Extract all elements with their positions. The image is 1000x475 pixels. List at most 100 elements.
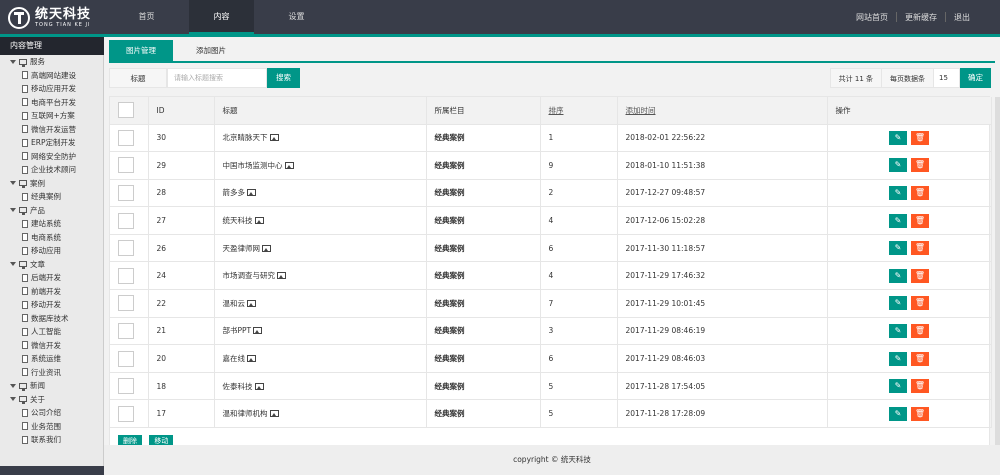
delete-button[interactable]: 🗑 bbox=[911, 351, 929, 366]
tree-item[interactable]: 电商系统 bbox=[0, 231, 103, 245]
tree-item[interactable]: 建站系统 bbox=[0, 217, 103, 231]
tab-image-manage[interactable]: 图片管理 bbox=[109, 40, 173, 61]
image-icon[interactable] bbox=[262, 244, 271, 252]
search-button[interactable]: 搜索 bbox=[267, 68, 300, 88]
edit-button[interactable]: ✎ bbox=[889, 158, 907, 173]
tree-item[interactable]: 移动开发 bbox=[0, 298, 103, 312]
tree-item[interactable]: 联系我们 bbox=[0, 433, 103, 447]
edit-button[interactable]: ✎ bbox=[889, 406, 907, 421]
expand-arrow-icon[interactable] bbox=[10, 262, 16, 267]
delete-button[interactable]: 🗑 bbox=[911, 185, 929, 200]
row-checkbox[interactable] bbox=[118, 322, 134, 339]
per-page-input[interactable] bbox=[934, 68, 960, 88]
tree-item[interactable]: 后端开发 bbox=[0, 271, 103, 285]
expand-arrow-icon[interactable] bbox=[10, 397, 16, 402]
image-icon[interactable] bbox=[254, 217, 264, 225]
row-checkbox[interactable] bbox=[118, 129, 134, 146]
tree-group[interactable]: 文章 bbox=[0, 258, 103, 272]
table-row: 26 天盈律师网 经典案例 6 2017-11-30 11:18:57 ✎ 🗑 bbox=[110, 234, 992, 263]
tree-item[interactable]: 公司介绍 bbox=[0, 406, 103, 420]
expand-arrow-icon[interactable] bbox=[10, 59, 16, 64]
tree-item[interactable]: ERP定制开发 bbox=[0, 136, 103, 150]
tree-group[interactable]: 案例 bbox=[0, 177, 103, 191]
tree-group[interactable]: 关于 bbox=[0, 393, 103, 407]
edit-button[interactable]: ✎ bbox=[889, 323, 907, 338]
tree-label: 网络安全防护 bbox=[31, 151, 76, 161]
edit-button[interactable]: ✎ bbox=[889, 185, 907, 200]
clear-cache-link[interactable]: 更新缓存 bbox=[897, 12, 945, 23]
tree-item[interactable]: 微信开发 bbox=[0, 339, 103, 353]
topnav-settings[interactable]: 设置 bbox=[264, 0, 329, 34]
site-home-link[interactable]: 网站首页 bbox=[848, 12, 896, 23]
delete-button[interactable]: 🗑 bbox=[911, 241, 929, 256]
document-icon bbox=[22, 314, 28, 323]
confirm-button[interactable]: 确定 bbox=[960, 68, 991, 88]
tree-item[interactable]: 网络安全防护 bbox=[0, 150, 103, 164]
row-checkbox[interactable] bbox=[118, 240, 134, 257]
expand-arrow-icon[interactable] bbox=[10, 383, 16, 388]
tree-item[interactable]: 数据库技术 bbox=[0, 312, 103, 326]
row-checkbox[interactable] bbox=[118, 350, 134, 367]
tree-item[interactable]: 业务范围 bbox=[0, 420, 103, 434]
delete-button[interactable]: 🗑 bbox=[911, 323, 929, 338]
image-icon[interactable] bbox=[269, 410, 279, 418]
image-icon[interactable] bbox=[247, 355, 256, 363]
image-icon[interactable] bbox=[253, 327, 263, 335]
image-icon[interactable] bbox=[247, 189, 256, 197]
image-icon[interactable] bbox=[254, 382, 264, 390]
delete-button[interactable]: 🗑 bbox=[911, 406, 929, 421]
edit-button[interactable]: ✎ bbox=[889, 213, 907, 228]
image-icon[interactable] bbox=[247, 299, 256, 307]
tree-item[interactable]: 行业资讯 bbox=[0, 366, 103, 380]
row-checkbox[interactable] bbox=[118, 212, 134, 229]
scrollbar[interactable] bbox=[995, 97, 1000, 447]
tree-group[interactable]: 新闻 bbox=[0, 379, 103, 393]
tree-item[interactable]: 企业技术顾问 bbox=[0, 163, 103, 177]
row-checkbox[interactable] bbox=[118, 157, 134, 174]
row-checkbox[interactable] bbox=[118, 184, 134, 201]
topnav-home[interactable]: 首页 bbox=[114, 0, 179, 34]
tree-item[interactable]: 前端开发 bbox=[0, 285, 103, 299]
delete-button[interactable]: 🗑 bbox=[911, 130, 929, 145]
edit-button[interactable]: ✎ bbox=[889, 296, 907, 311]
delete-button[interactable]: 🗑 bbox=[911, 158, 929, 173]
tree-item[interactable]: 移动应用开发 bbox=[0, 82, 103, 96]
tree-item[interactable]: 高端网站建设 bbox=[0, 69, 103, 83]
tree-group[interactable]: 产品 bbox=[0, 204, 103, 218]
brand-logo[interactable]: 统天科技 TONG TIAN KE JI bbox=[8, 5, 104, 31]
tab-add-image[interactable]: 添加图片 bbox=[179, 40, 243, 61]
row-checkbox[interactable] bbox=[118, 295, 134, 312]
image-icon[interactable] bbox=[284, 161, 294, 169]
expand-arrow-icon[interactable] bbox=[10, 208, 16, 213]
image-icon[interactable] bbox=[269, 134, 279, 142]
row-checkbox[interactable] bbox=[118, 405, 134, 422]
tree-item[interactable]: 移动应用 bbox=[0, 244, 103, 258]
delete-button[interactable]: 🗑 bbox=[911, 379, 929, 394]
tree-item[interactable]: 系统运维 bbox=[0, 352, 103, 366]
delete-button[interactable]: 🗑 bbox=[911, 213, 929, 228]
edit-button[interactable]: ✎ bbox=[889, 130, 907, 145]
logout-link[interactable]: 退出 bbox=[946, 12, 978, 23]
expand-arrow-icon[interactable] bbox=[10, 181, 16, 186]
delete-button[interactable]: 🗑 bbox=[911, 296, 929, 311]
select-all-checkbox[interactable] bbox=[118, 102, 134, 119]
tree-item[interactable]: 互联网+方案 bbox=[0, 109, 103, 123]
topnav-content[interactable]: 内容 bbox=[189, 0, 254, 34]
edit-button[interactable]: ✎ bbox=[889, 268, 907, 283]
tree-item[interactable]: 人工智能 bbox=[0, 325, 103, 339]
tree-item[interactable]: 电商平台开发 bbox=[0, 96, 103, 110]
tree-group[interactable]: 服务 bbox=[0, 55, 103, 69]
edit-button[interactable]: ✎ bbox=[889, 379, 907, 394]
sort-by-time-link[interactable]: 添加时间 bbox=[626, 106, 656, 115]
tree-item[interactable]: 经典案例 bbox=[0, 190, 103, 204]
row-checkbox[interactable] bbox=[118, 378, 134, 395]
edit-button[interactable]: ✎ bbox=[889, 351, 907, 366]
delete-button[interactable]: 🗑 bbox=[911, 268, 929, 283]
edit-button[interactable]: ✎ bbox=[889, 241, 907, 256]
image-icon[interactable] bbox=[277, 272, 286, 280]
tree-item[interactable]: 微信开发运营 bbox=[0, 123, 103, 137]
search-input[interactable] bbox=[167, 68, 267, 88]
sort-by-order-link[interactable]: 排序 bbox=[549, 106, 564, 115]
table-row: 17 温和律师机构 经典案例 5 2017-11-28 17:28:09 ✎ 🗑 bbox=[110, 399, 992, 429]
row-checkbox[interactable] bbox=[118, 267, 134, 284]
